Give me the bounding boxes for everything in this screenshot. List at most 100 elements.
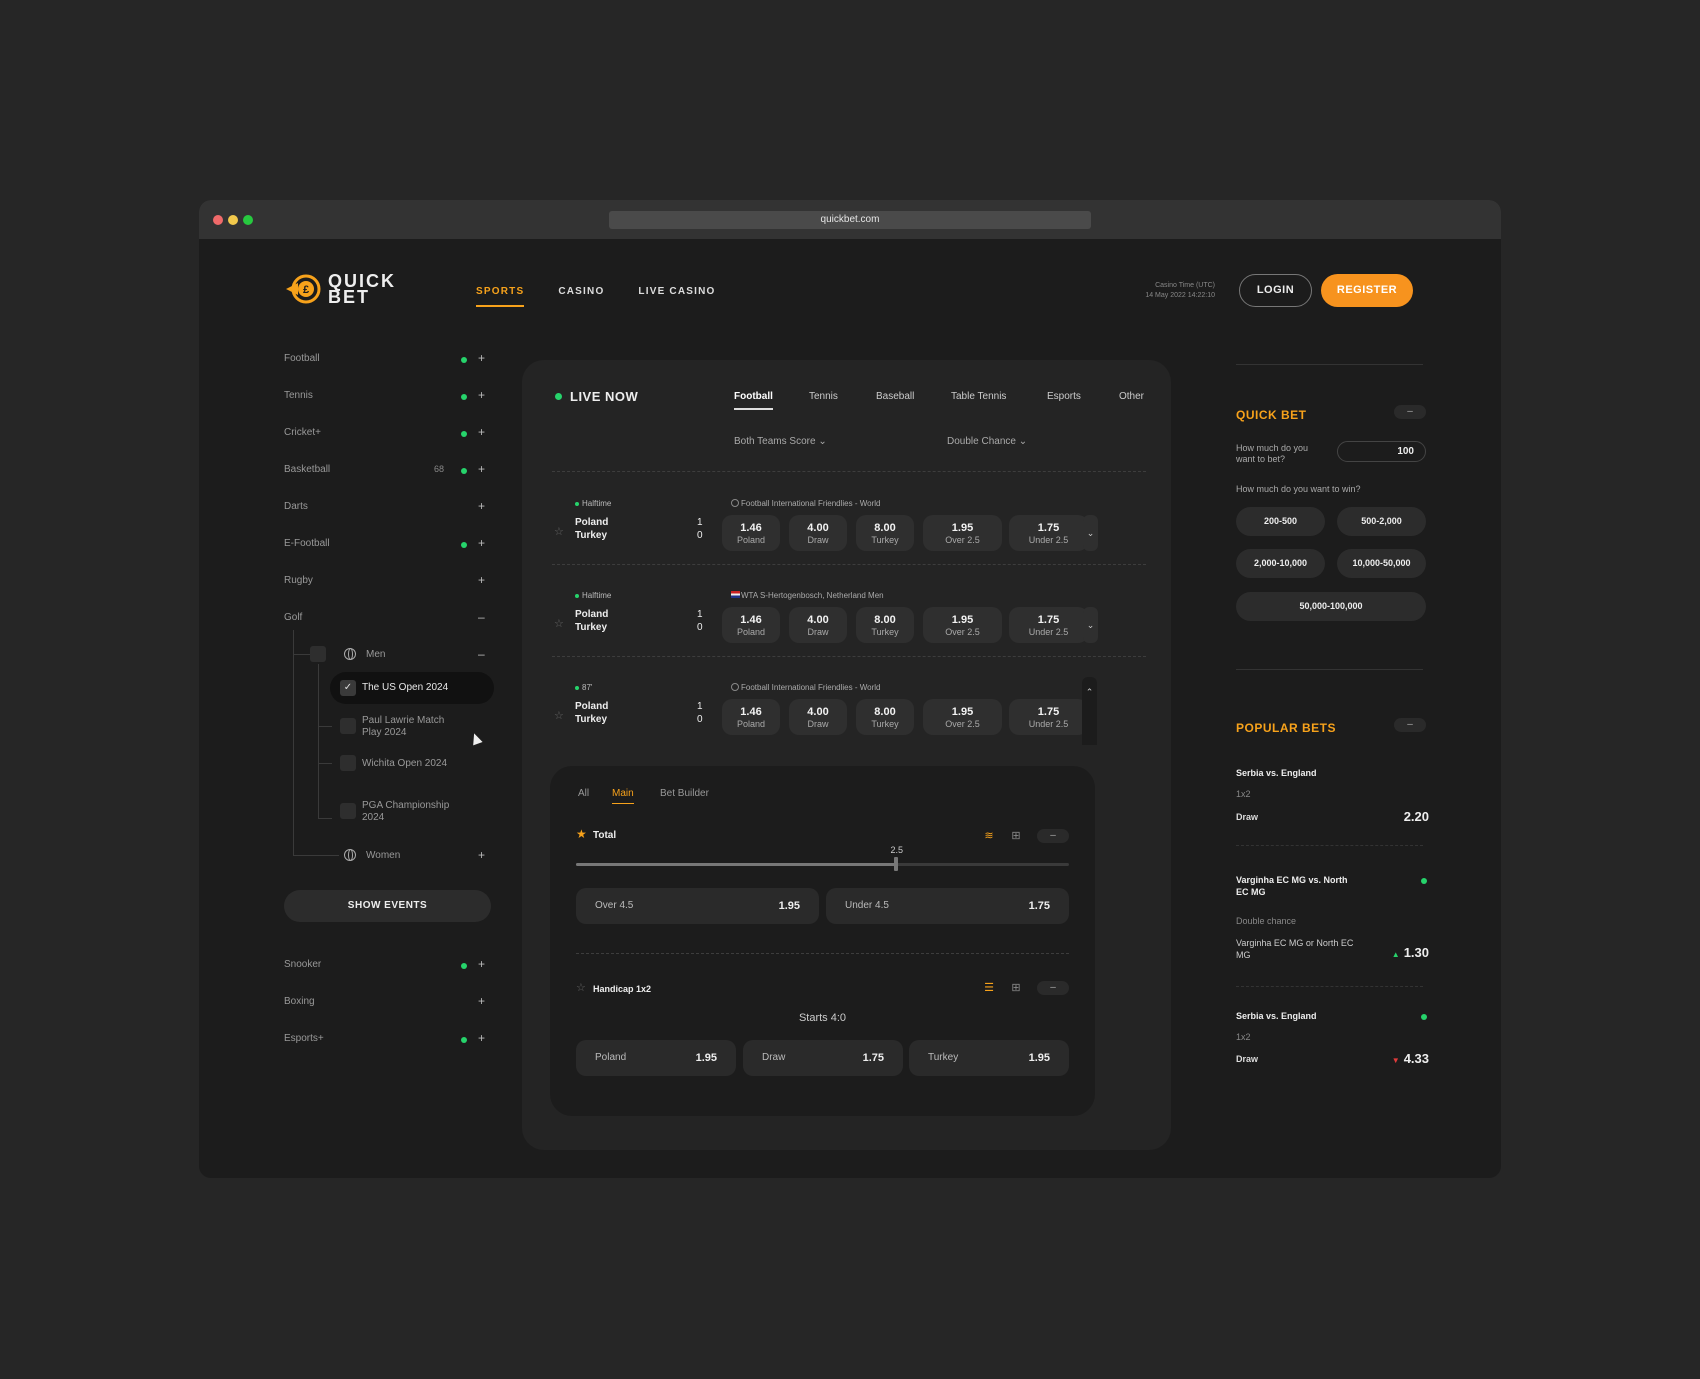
favorite-star-icon[interactable]: ☆ [554, 709, 564, 722]
sidebar-item-golf[interactable]: Golf – [284, 608, 485, 628]
expand-icon[interactable]: + [478, 1031, 485, 1045]
expand-icon[interactable]: + [478, 994, 485, 1008]
event-checkbox[interactable] [340, 803, 356, 819]
popular-bet-match[interactable]: Varginha EC MG vs. North EC MG [1236, 874, 1356, 898]
expand-icon[interactable]: + [478, 351, 485, 365]
sidebar-item-snooker[interactable]: Snooker + [284, 955, 485, 975]
login-button[interactable]: LOGIN [1239, 274, 1312, 307]
register-button[interactable]: REGISTER [1321, 274, 1413, 307]
range-button[interactable]: 50,000-100,000 [1236, 592, 1426, 621]
odd-button[interactable]: 1.75 Under 2.5 [1009, 607, 1088, 643]
range-button[interactable]: 500-2,000 [1337, 507, 1426, 536]
nav-sports[interactable]: SPORTS [476, 286, 525, 307]
popular-bet-odd[interactable]: ▼ 4.33 [1392, 1051, 1429, 1066]
odd-button-under[interactable]: Under 4.5 1.75 [826, 888, 1069, 924]
odd-button[interactable]: 8.00 Turkey [856, 699, 914, 735]
sliders-icon[interactable]: ≋ [982, 830, 996, 842]
tab-other[interactable]: Other [1119, 391, 1144, 402]
bet-amount-input[interactable]: 100 [1337, 441, 1426, 462]
collapse-icon[interactable]: – [478, 647, 485, 661]
tab-tennis[interactable]: Tennis [809, 391, 838, 402]
popular-bet-odd[interactable]: 2.20 [1404, 809, 1429, 824]
expand-icon[interactable]: + [478, 425, 485, 439]
expand-icon[interactable]: + [478, 573, 485, 587]
chevron-down-icon[interactable]: ⌄ [1083, 607, 1098, 643]
expand-icon[interactable]: + [478, 536, 485, 550]
sidebar-item-football[interactable]: Football + [284, 349, 485, 369]
collapse-button[interactable]: – [1037, 829, 1069, 843]
tab-baseball[interactable]: Baseball [876, 391, 914, 402]
sidebar-item-tennis[interactable]: Tennis + [284, 386, 485, 406]
odd-button[interactable]: 1.46 Poland [722, 699, 780, 735]
odd-button[interactable]: 1.95 Over 2.5 [923, 515, 1002, 551]
odd-button[interactable]: 1.75 Under 2.5 [1009, 699, 1088, 735]
sidebar-item-cricket[interactable]: Cricket+ + [284, 423, 485, 443]
filter-both-teams-score[interactable]: Both Teams Score ⌄ [734, 436, 827, 447]
odd-button[interactable]: 4.00 Draw [789, 607, 847, 643]
men-checkbox[interactable] [310, 646, 326, 662]
golf-men-group[interactable]: Men – [366, 645, 485, 665]
address-bar[interactable]: quickbet.com [609, 211, 1091, 229]
chevron-down-icon[interactable]: ⌄ [1083, 515, 1098, 551]
minimize-window-icon[interactable] [228, 215, 238, 225]
tab-main[interactable]: Main [612, 788, 634, 804]
collapse-button[interactable]: – [1394, 405, 1426, 419]
event-checkbox[interactable] [340, 755, 356, 771]
collapse-icon[interactable]: – [478, 610, 485, 624]
collapse-button[interactable]: – [1394, 718, 1426, 732]
sidebar-item-darts[interactable]: Darts + [284, 497, 485, 517]
odd-button[interactable]: 4.00 Draw [789, 699, 847, 735]
expand-icon[interactable]: + [478, 388, 485, 402]
tab-all[interactable]: All [578, 788, 589, 799]
expand-icon[interactable]: + [478, 848, 485, 862]
filter-double-chance[interactable]: Double Chance ⌄ [947, 436, 1027, 447]
chevron-up-icon[interactable]: ⌃ [1082, 677, 1097, 745]
odd-button[interactable]: 8.00 Turkey [856, 607, 914, 643]
expand-icon[interactable]: + [478, 462, 485, 476]
odd-button-turkey[interactable]: Turkey 1.95 [909, 1040, 1069, 1076]
tab-table-tennis[interactable]: Table Tennis [951, 391, 1006, 402]
range-button[interactable]: 2,000-10,000 [1236, 549, 1325, 578]
popular-bet-odd[interactable]: ▲ 1.30 [1392, 945, 1429, 960]
grid-icon[interactable]: ⊞ [1009, 830, 1023, 842]
odd-button-draw[interactable]: Draw 1.75 [743, 1040, 903, 1076]
popular-bet-match[interactable]: Serbia vs. England [1236, 1010, 1317, 1022]
quickbet-logo[interactable]: £ QUICK BET [284, 272, 396, 306]
golf-event-pga[interactable]: PGA Championship 2024 [362, 800, 457, 824]
favorite-star-icon[interactable]: ☆ [554, 525, 564, 538]
sidebar-item-efootball[interactable]: E-Football + [284, 534, 485, 554]
golf-event-us-open[interactable]: The US Open 2024 [362, 682, 448, 693]
list-view-icon[interactable]: ☰ [982, 982, 996, 994]
odd-button[interactable]: 1.46 Poland [722, 607, 780, 643]
close-window-icon[interactable] [213, 215, 223, 225]
nav-casino[interactable]: CASINO [558, 286, 604, 307]
grid-icon[interactable]: ⊞ [1009, 982, 1023, 994]
slider-thumb[interactable] [894, 857, 899, 871]
odd-button[interactable]: 1.75 Under 2.5 [1009, 515, 1088, 551]
sidebar-item-basketball[interactable]: Basketball 68 + [284, 460, 485, 480]
total-slider[interactable]: 2.5 [576, 845, 1069, 871]
expand-icon[interactable]: + [478, 957, 485, 971]
odd-button[interactable]: 4.00 Draw [789, 515, 847, 551]
expand-icon[interactable]: + [478, 499, 485, 513]
odd-button[interactable]: 1.95 Over 2.5 [923, 607, 1002, 643]
us-open-checkbox[interactable]: ✓ [340, 680, 356, 696]
favorite-star-icon[interactable]: ☆ [576, 981, 586, 994]
tab-bet-builder[interactable]: Bet Builder [660, 788, 709, 799]
sidebar-item-esports[interactable]: Esports+ + [284, 1029, 485, 1049]
odd-button-poland[interactable]: Poland 1.95 [576, 1040, 736, 1076]
tab-esports[interactable]: Esports [1047, 391, 1081, 402]
golf-event-paul-lawrie[interactable]: Paul Lawrie Match Play 2024 [362, 715, 457, 739]
sidebar-item-boxing[interactable]: Boxing + [284, 992, 485, 1012]
show-events-button[interactable]: SHOW EVENTS [284, 890, 491, 922]
range-button[interactable]: 10,000-50,000 [1337, 549, 1426, 578]
golf-women-group[interactable]: Women + [366, 846, 485, 866]
event-checkbox[interactable] [340, 718, 356, 734]
popular-bet-match[interactable]: Serbia vs. England [1236, 767, 1317, 779]
range-button[interactable]: 200-500 [1236, 507, 1325, 536]
favorite-star-icon[interactable]: ★ [576, 827, 587, 841]
odd-button-over[interactable]: Over 4.5 1.95 [576, 888, 819, 924]
nav-live-casino[interactable]: LIVE CASINO [638, 286, 715, 307]
tab-football[interactable]: Football [734, 391, 773, 410]
maximize-window-icon[interactable] [243, 215, 253, 225]
